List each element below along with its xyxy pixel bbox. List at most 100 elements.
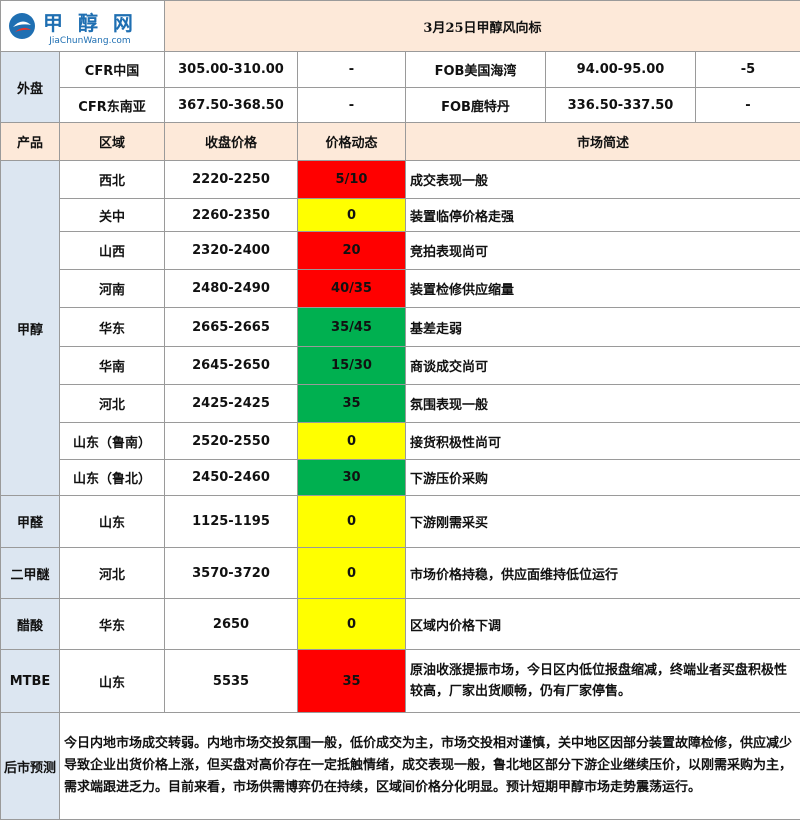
summary-cell: 竞拍表现尚可	[406, 232, 800, 270]
header-change: 价格动态	[298, 123, 406, 161]
change-cell: 0	[298, 496, 406, 548]
summary-cell: 成交表现一般	[406, 161, 800, 199]
price-cell: 2450-2460	[165, 460, 298, 496]
price-cell: 2665-2665	[165, 308, 298, 347]
methanol-row: 华南 2645-2650 15/30 商谈成交尚可	[1, 347, 800, 385]
header-row: 产品 区域 收盘价格 价格动态 市场简述	[1, 123, 800, 161]
change-cell: 35/45	[298, 308, 406, 347]
change-cell: 0	[298, 423, 406, 460]
summary-cell: 下游压价采购	[406, 460, 800, 496]
change-cell: 15/30	[298, 347, 406, 385]
methanol-row: 山东（鲁北） 2450-2460 30 下游压价采购	[1, 460, 800, 496]
region-cell: 华南	[60, 347, 165, 385]
product-row: 醋酸 华东 2650 0 区域内价格下调	[1, 599, 800, 650]
product-row: 二甲醚 河北 3570-3720 0 市场价格持稳，供应面维持低位运行	[1, 548, 800, 599]
report-table: 甲 醇 网 JiaChunWang.com 3月25日甲醇风向标 外盘 CFR中…	[0, 0, 800, 820]
external-change: -	[298, 88, 406, 123]
price-cell: 2520-2550	[165, 423, 298, 460]
methanol-row: 关中 2260-2350 0 装置临停价格走强	[1, 199, 800, 232]
external-row: CFR东南亚 367.50-368.50 - FOB鹿特丹 336.50-337…	[1, 88, 800, 123]
external-change: -5	[696, 52, 800, 88]
change-cell: 5/10	[298, 161, 406, 199]
region-cell: 山东（鲁南）	[60, 423, 165, 460]
external-name: CFR中国	[60, 52, 165, 88]
change-cell: 0	[298, 548, 406, 599]
price-cell: 1125-1195	[165, 496, 298, 548]
summary-cell: 下游刚需采买	[406, 496, 800, 548]
price-cell: 2320-2400	[165, 232, 298, 270]
summary-cell: 市场价格持稳，供应面维持低位运行	[406, 548, 800, 599]
region-cell: 山东	[60, 650, 165, 713]
forecast-row: 后市预测 今日内地市场成交转弱。内地市场交投氛围一般，低价成交为主，市场交投相对…	[1, 713, 800, 820]
region-cell: 山东（鲁北）	[60, 460, 165, 496]
price-cell: 2220-2250	[165, 161, 298, 199]
header-price: 收盘价格	[165, 123, 298, 161]
logo-url: JiaChunWang.com	[43, 36, 137, 46]
page-title: 3月25日甲醇风向标	[165, 1, 800, 52]
region-cell: 华东	[60, 308, 165, 347]
region-cell: 河北	[60, 548, 165, 599]
external-change: -	[298, 52, 406, 88]
price-cell: 5535	[165, 650, 298, 713]
methanol-row: 山西 2320-2400 20 竞拍表现尚可	[1, 232, 800, 270]
summary-cell: 原油收涨提振市场，今日区内低位报盘缩减，终端业者买盘积极性较高，厂家出货顺畅，仍…	[406, 650, 800, 713]
region-cell: 河南	[60, 270, 165, 308]
region-cell: 华东	[60, 599, 165, 650]
external-price: 367.50-368.50	[165, 88, 298, 123]
methanol-row: 河北 2425-2425 35 氛围表现一般	[1, 385, 800, 423]
methanol-row: 河南 2480-2490 40/35 装置检修供应缩量	[1, 270, 800, 308]
price-cell: 2260-2350	[165, 199, 298, 232]
external-price: 94.00-95.00	[546, 52, 696, 88]
region-cell: 山东	[60, 496, 165, 548]
logo: 甲 醇 网 JiaChunWang.com	[1, 1, 165, 52]
product-label: 醋酸	[1, 599, 60, 650]
change-cell: 35	[298, 385, 406, 423]
summary-cell: 装置临停价格走强	[406, 199, 800, 232]
external-change: -	[696, 88, 800, 123]
summary-cell: 基差走弱	[406, 308, 800, 347]
external-name: FOB鹿特丹	[406, 88, 546, 123]
external-row: 外盘 CFR中国 305.00-310.00 - FOB美国海湾 94.00-9…	[1, 52, 800, 88]
external-name: FOB美国海湾	[406, 52, 546, 88]
region-cell: 河北	[60, 385, 165, 423]
summary-cell: 氛围表现一般	[406, 385, 800, 423]
methanol-row: 甲醇 西北 2220-2250 5/10 成交表现一般	[1, 161, 800, 199]
product-label: 二甲醚	[1, 548, 60, 599]
product-label: MTBE	[1, 650, 60, 713]
header-region: 区域	[60, 123, 165, 161]
price-cell: 2645-2650	[165, 347, 298, 385]
logo-name: 甲 醇 网	[43, 7, 137, 36]
external-label: 外盘	[1, 52, 60, 123]
external-name: CFR东南亚	[60, 88, 165, 123]
methanol-report: 甲 醇 网 JiaChunWang.com 3月25日甲醇风向标 外盘 CFR中…	[0, 0, 800, 818]
summary-cell: 接货积极性尚可	[406, 423, 800, 460]
forecast-label: 后市预测	[1, 713, 60, 820]
change-cell: 30	[298, 460, 406, 496]
change-cell: 40/35	[298, 270, 406, 308]
methanol-label: 甲醇	[1, 161, 60, 496]
price-cell: 3570-3720	[165, 548, 298, 599]
region-cell: 山西	[60, 232, 165, 270]
header-summary: 市场简述	[406, 123, 800, 161]
change-cell: 35	[298, 650, 406, 713]
title-row: 甲 醇 网 JiaChunWang.com 3月25日甲醇风向标	[1, 1, 800, 52]
summary-cell: 区域内价格下调	[406, 599, 800, 650]
region-cell: 西北	[60, 161, 165, 199]
change-cell: 0	[298, 599, 406, 650]
change-cell: 0	[298, 199, 406, 232]
change-cell: 20	[298, 232, 406, 270]
product-label: 甲醛	[1, 496, 60, 548]
methanol-row: 华东 2665-2665 35/45 基差走弱	[1, 308, 800, 347]
price-cell: 2650	[165, 599, 298, 650]
external-price: 305.00-310.00	[165, 52, 298, 88]
forecast-text: 今日内地市场成交转弱。内地市场交投氛围一般，低价成交为主，市场交投相对谨慎，关中…	[60, 713, 800, 820]
logo-icon	[7, 11, 37, 41]
region-cell: 关中	[60, 199, 165, 232]
methanol-row: 山东（鲁南） 2520-2550 0 接货积极性尚可	[1, 423, 800, 460]
product-row: 甲醛 山东 1125-1195 0 下游刚需采买	[1, 496, 800, 548]
header-product: 产品	[1, 123, 60, 161]
summary-cell: 装置检修供应缩量	[406, 270, 800, 308]
product-row: MTBE 山东 5535 35 原油收涨提振市场，今日区内低位报盘缩减，终端业者…	[1, 650, 800, 713]
summary-cell: 商谈成交尚可	[406, 347, 800, 385]
external-price: 336.50-337.50	[546, 88, 696, 123]
